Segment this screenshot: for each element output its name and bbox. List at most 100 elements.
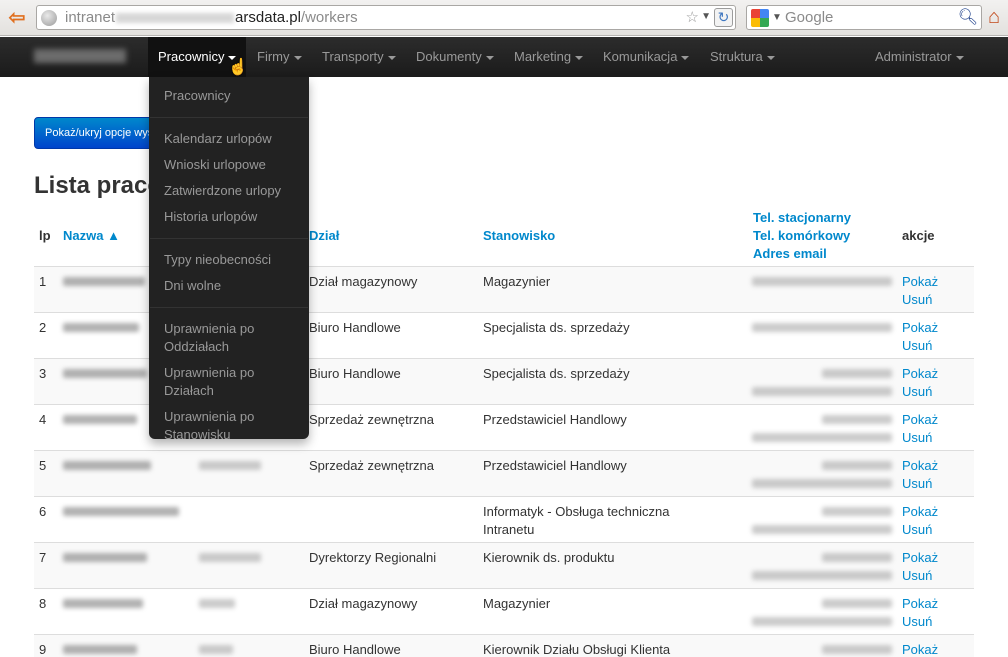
nav-firmy[interactable]: Firmy <box>257 37 302 77</box>
search-engine-dropdown-icon[interactable]: ▼ <box>772 12 782 23</box>
nav-dokumenty[interactable]: Dokumenty <box>416 37 494 77</box>
table-row: 8 Dział magazynowy Magazynier Pokaż Usuń <box>34 587 974 634</box>
show-link[interactable]: Pokaż <box>902 595 969 613</box>
cell-stanowisko: Magazynier <box>478 587 718 634</box>
email-line <box>723 319 892 337</box>
back-arrow-icon[interactable]: ⇦ <box>4 6 30 30</box>
menu-item-zatwierdzone-urlopy[interactable]: Zatwierdzone urlopy <box>149 178 309 204</box>
delete-link[interactable]: Usuń <box>902 567 969 585</box>
menu-item-typy-nieobecnosci[interactable]: Typy nieobecności <box>149 247 309 273</box>
nav-user-menu[interactable]: Administrator <box>875 37 964 77</box>
stanowisko-text: Kierownik Działu Obsługi Klienta <box>483 641 671 657</box>
browser-toolbar: ⇦ intranet arsdata.pl/workers ☆ ▼ ↻ ▼ Goo… <box>0 0 1008 36</box>
menu-item-uprawnienia-stanowiska[interactable]: Uprawnienia po Stanowisku <box>149 404 309 448</box>
blurred-email <box>752 616 892 626</box>
blurred-phone <box>822 506 892 516</box>
delete-link[interactable]: Usuń <box>902 475 969 493</box>
show-link[interactable]: Pokaż <box>902 273 969 291</box>
nav-label: Marketing <box>514 49 572 64</box>
menu-item-pracownicy[interactable]: Pracownicy <box>149 83 309 109</box>
menu-divider <box>150 238 308 239</box>
address-bar[interactable]: intranet arsdata.pl/workers ☆ ▼ ↻ <box>36 5 736 30</box>
sort-tel1-link[interactable]: Tel. stacjonarny <box>753 209 892 227</box>
cell-dzial <box>304 495 478 542</box>
caret-down-icon <box>485 55 494 60</box>
url-dropdown-icon[interactable]: ▼ <box>701 11 711 22</box>
blurred-name <box>63 460 151 470</box>
menu-item-dni-wolne[interactable]: Dni wolne <box>149 273 309 299</box>
cell-dzial: Biuro Handlowe <box>304 357 478 404</box>
header-stanowisko[interactable]: Stanowisko <box>478 206 718 267</box>
email-line <box>723 613 892 631</box>
cell-akcje: PokażUsuń <box>897 587 974 634</box>
cell-stanowisko: Informatyk - Obsługa techniczna Intranetu <box>478 495 718 542</box>
show-link[interactable]: Pokaż <box>902 457 969 475</box>
bookmark-star-icon[interactable]: ☆ <box>686 8 699 26</box>
nav-komunikacja[interactable]: Komunikacja <box>603 37 690 77</box>
cell-stanowisko: Magazynier <box>478 265 718 312</box>
tel-line <box>723 457 892 475</box>
menu-item-uprawnienia-dzialy[interactable]: Uprawnienia po Działach <box>149 360 309 404</box>
brand-logo[interactable] <box>34 49 126 63</box>
stanowisko-text: Przedstawiciel Handlowy <box>483 411 627 427</box>
sort-name-link[interactable]: Nazwa ▲ <box>63 228 120 243</box>
menu-item-kalendarz-urlopow[interactable]: Kalendarz urlopów <box>149 126 309 152</box>
cell-akcje: PokażUsuń <box>897 265 974 312</box>
cell-akcje: PokażUsuń <box>897 357 974 404</box>
blurred-name <box>63 276 145 286</box>
caret-down-icon <box>766 55 775 60</box>
delete-link[interactable]: Usuń <box>902 521 969 539</box>
nav-label: Firmy <box>257 49 290 64</box>
menu-item-historia-urlopow[interactable]: Historia urlopów <box>149 204 309 230</box>
blurred-name <box>63 414 137 424</box>
show-link[interactable]: Pokaż <box>902 411 969 429</box>
sort-email-link[interactable]: Adres email <box>753 245 892 263</box>
delete-link[interactable]: Usuń <box>902 383 969 401</box>
email-line <box>723 429 892 447</box>
sort-tel2-link[interactable]: Tel. komórkowy <box>753 227 892 245</box>
nav-label: Transporty <box>322 49 384 64</box>
menu-item-uprawnienia-oddzialy[interactable]: Uprawnienia po Oddziałach <box>149 316 309 360</box>
table-row: 7 Dyrektorzy Regionalni Kierownik ds. prod… <box>34 541 974 588</box>
show-link[interactable]: Pokaż <box>902 641 969 657</box>
delete-link[interactable]: Usuń <box>902 613 969 631</box>
email-line <box>723 475 892 493</box>
blurred-phone <box>822 368 892 378</box>
nav-label: Pracownicy <box>158 49 225 64</box>
show-link[interactable]: Pokaż <box>902 503 969 521</box>
cell-contacts <box>718 265 897 312</box>
sort-dzial-link[interactable]: Dział <box>309 228 339 243</box>
caret-down-icon <box>387 55 396 60</box>
google-icon[interactable] <box>751 9 769 27</box>
caret-down-icon <box>681 55 690 60</box>
reload-icon[interactable]: ↻ <box>714 8 733 27</box>
blurred-name <box>63 322 139 332</box>
url-prefix: intranet <box>65 9 116 26</box>
menu-divider <box>150 307 308 308</box>
cell-contacts <box>718 587 897 634</box>
nav-transporty[interactable]: Transporty <box>322 37 396 77</box>
cell-dzial: Dział magazynowy <box>304 265 478 312</box>
show-link[interactable]: Pokaż <box>902 549 969 567</box>
cell-lp: 3 <box>34 357 58 404</box>
search-icon[interactable]: 🔍︎ <box>958 7 978 27</box>
search-bar[interactable]: ▼ Google 🔍︎ <box>746 5 982 30</box>
nav-struktura[interactable]: Struktura <box>710 37 775 77</box>
delete-link[interactable]: Usuń <box>902 337 969 355</box>
stanowisko-text: Magazynier <box>483 595 551 611</box>
top-navbar: Pracownicy Firmy Transporty Dokumenty Ma… <box>0 37 1008 77</box>
cell-contacts <box>718 357 897 404</box>
delete-link[interactable]: Usuń <box>902 429 969 447</box>
delete-link[interactable]: Usuń <box>902 291 969 309</box>
home-icon[interactable]: ⌂ <box>988 6 1000 29</box>
menu-item-wnioski-urlopowe[interactable]: Wnioski urlopowe <box>149 152 309 178</box>
sort-stanowisko-link[interactable]: Stanowisko <box>483 228 555 243</box>
blurred-email <box>752 386 892 396</box>
show-link[interactable]: Pokaż <box>902 319 969 337</box>
nav-marketing[interactable]: Marketing <box>514 37 584 77</box>
cell-contacts <box>718 541 897 588</box>
menu-divider <box>150 117 308 118</box>
show-link[interactable]: Pokaż <box>902 365 969 383</box>
header-dzial[interactable]: Dział <box>304 206 478 267</box>
cell-akcje: PokażUsuń <box>897 495 974 542</box>
